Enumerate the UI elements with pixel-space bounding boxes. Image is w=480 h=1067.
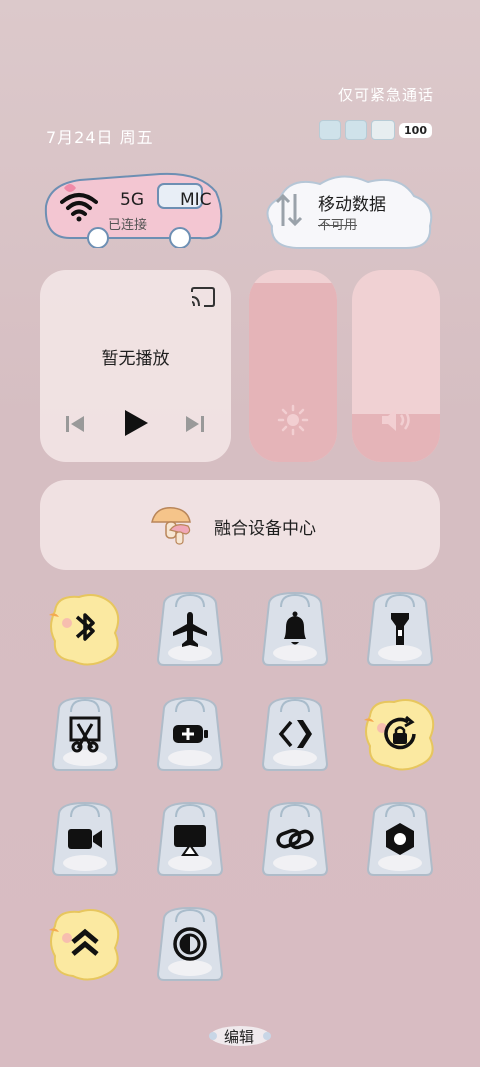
quick-tile-notifications[interactable] bbox=[255, 589, 335, 669]
double-chevron-up-icon bbox=[71, 928, 99, 956]
bluetooth-icon bbox=[75, 613, 95, 641]
airplane-icon bbox=[173, 612, 207, 647]
battery-indicator: 100 bbox=[399, 122, 432, 138]
quick-tile-rotation-lock[interactable] bbox=[360, 694, 440, 774]
wifi-icon bbox=[60, 193, 98, 222]
previous-track-icon[interactable] bbox=[64, 414, 86, 434]
scissors-icon bbox=[69, 716, 101, 753]
share-arrow-icon bbox=[278, 720, 312, 748]
mobile-data-toggle[interactable]: 移动数据 不可用 bbox=[250, 168, 438, 256]
device-center-button[interactable]: 融合设备中心 bbox=[40, 480, 440, 570]
video-camera-icon bbox=[68, 829, 102, 849]
status-icons: 100 bbox=[319, 120, 432, 140]
brightness-icon bbox=[277, 404, 309, 436]
quick-tile-screenshot[interactable] bbox=[45, 694, 125, 774]
screen-cast-icon bbox=[174, 825, 206, 856]
wifi-extra-label: MIC bbox=[180, 190, 212, 210]
cast-icon[interactable] bbox=[190, 286, 216, 308]
mobile-data-label: 移动数据 bbox=[318, 195, 386, 215]
edit-button[interactable]: 编辑 bbox=[207, 1024, 273, 1048]
volume-slider[interactable] bbox=[352, 270, 440, 462]
now-playing-label: 暂无播放 bbox=[101, 349, 170, 369]
flashlight-icon bbox=[391, 613, 409, 645]
quick-tile-link[interactable] bbox=[255, 799, 335, 879]
quick-tile-nfc-share[interactable] bbox=[255, 694, 335, 774]
quick-tile-flashlight[interactable] bbox=[360, 589, 440, 669]
mushroom-icon bbox=[151, 507, 191, 545]
sim-icon bbox=[319, 120, 342, 140]
rotation-lock-icon bbox=[384, 715, 416, 750]
brightness-slider[interactable] bbox=[249, 270, 337, 462]
device-center-label: 融合设备中心 bbox=[214, 519, 316, 539]
media-player[interactable]: 暂无播放 bbox=[40, 270, 231, 462]
quick-tile-screen-record[interactable] bbox=[45, 799, 125, 879]
wifi-status: 已连接 bbox=[108, 218, 148, 233]
quick-tile-screen-cast[interactable] bbox=[150, 799, 230, 879]
bell-icon bbox=[284, 611, 306, 645]
wifi-label: 5G bbox=[120, 190, 144, 210]
next-track-icon[interactable] bbox=[184, 414, 206, 434]
quick-tile-airplane-mode[interactable] bbox=[150, 589, 230, 669]
battery-plus-icon bbox=[173, 725, 208, 743]
quick-tile-settings-hex[interactable] bbox=[360, 799, 440, 879]
quick-tile-eye-comfort[interactable] bbox=[150, 904, 230, 984]
signal-icon bbox=[345, 120, 368, 140]
mobile-data-status: 不可用 bbox=[318, 218, 358, 233]
wifi-status-icon bbox=[371, 120, 396, 140]
quick-tile-performance-mode[interactable] bbox=[45, 904, 125, 984]
quick-tile-power-saving[interactable] bbox=[150, 694, 230, 774]
volume-icon bbox=[382, 409, 410, 431]
contrast-icon bbox=[173, 927, 207, 961]
edit-label: 编辑 bbox=[224, 1028, 255, 1046]
link-icon bbox=[276, 828, 314, 850]
quick-tile-bluetooth[interactable] bbox=[45, 589, 125, 669]
mobile-data-icon bbox=[275, 193, 303, 227]
play-icon[interactable] bbox=[122, 408, 150, 438]
wifi-toggle[interactable]: 5G MIC 已连接 bbox=[40, 166, 226, 249]
emergency-calls-status: 仅可紧急通话 bbox=[337, 86, 434, 104]
date-label: 7月24日 周五 bbox=[46, 128, 154, 147]
hexagon-icon bbox=[386, 823, 414, 855]
